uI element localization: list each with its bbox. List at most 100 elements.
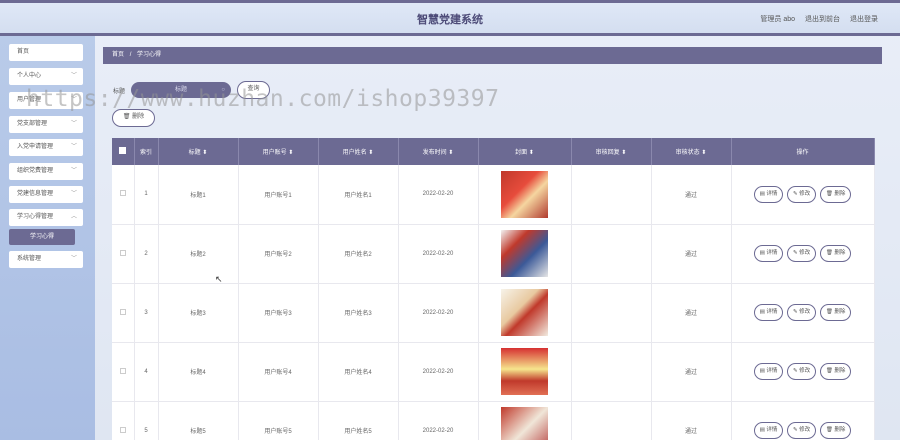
sidebar-item-application[interactable]: 入党申请管理 ﹀ (9, 139, 83, 156)
col-status[interactable]: 审核状态 ⬍ (651, 138, 732, 165)
cell-account: 用户账号1 (238, 165, 319, 225)
delete-button[interactable]: 🗑 删除 (819, 422, 852, 439)
cell-cover (478, 165, 572, 225)
row-checkbox[interactable] (112, 224, 135, 284)
trash-icon: 🗑 (825, 309, 833, 315)
cell-name: 用户姓名2 (318, 224, 399, 284)
breadcrumb-home[interactable]: 首页 (112, 52, 124, 58)
cell-date: 2022-02-20 (398, 401, 479, 440)
sidebar-item-fees[interactable]: 组织党费管理 ﹀ (9, 163, 83, 180)
cell-name: 用户姓名1 (318, 165, 399, 225)
trash-icon: 🗑 (825, 368, 833, 374)
cell-title: 标题5 (158, 401, 239, 440)
mouse-cursor-icon: ↖ (215, 274, 223, 284)
row-checkbox[interactable] (112, 342, 135, 402)
cell-name: 用户姓名4 (318, 342, 399, 402)
trash-icon: 🗑 (825, 250, 833, 256)
edit-button[interactable]: ✎ 修改 (787, 245, 817, 262)
document-icon: ▤ (759, 368, 765, 374)
cell-cover (478, 401, 572, 440)
cell-ops: ▤ 详情 ✎ 修改 🗑 删除 (731, 283, 875, 343)
back-to-front-link[interactable]: 退出到前台 (805, 14, 840, 24)
pencil-icon: ✎ (793, 250, 798, 256)
edit-button[interactable]: ✎ 修改 (787, 422, 817, 439)
row-checkbox[interactable] (112, 165, 135, 225)
table-row: 1 标题1 用户账号1 用户姓名1 2022-02-20 通过 ▤ 详情 ✎ 修… (112, 165, 875, 225)
select-all-checkbox[interactable] (112, 138, 135, 165)
cell-account: 用户账号3 (238, 283, 319, 343)
cell-reply (571, 283, 652, 343)
detail-button[interactable]: ▤ 详情 (753, 422, 784, 439)
chevron-up-icon: ︿ (70, 214, 77, 220)
watermark-text: https://www.huzhan.com/ishop39397 (26, 86, 500, 112)
sidebar-item-profile[interactable]: 个人中心 ﹀ (9, 68, 83, 85)
pencil-icon: ✎ (793, 368, 798, 374)
header-actions: 管理员 abo 退出到前台 退出登录 (760, 14, 878, 24)
admin-label: 管理员 abo (760, 16, 795, 23)
edit-button[interactable]: ✎ 修改 (787, 304, 817, 321)
delete-button[interactable]: 🗑 删除 (819, 245, 852, 262)
table-row: 3 标题3 用户账号3 用户姓名3 2022-02-20 通过 ▤ 详情 ✎ 修… (112, 283, 875, 343)
col-name[interactable]: 用户姓名 ⬍ (318, 138, 399, 165)
document-icon: ▤ (759, 190, 765, 197)
detail-button[interactable]: ▤ 详情 (753, 185, 784, 203)
delete-button[interactable]: 🗑 删除 (819, 304, 852, 321)
sidebar-item-system[interactable]: 系统管理 ﹀ (9, 251, 83, 268)
cell-account: 用户账号4 (238, 342, 319, 402)
row-checkbox[interactable] (112, 401, 135, 440)
pencil-icon: ✎ (793, 309, 798, 315)
cell-date: 2022-02-20 (398, 224, 479, 284)
col-reply[interactable]: 审核回复 ⬍ (571, 138, 652, 165)
chevron-down-icon: ﹀ (70, 73, 77, 79)
detail-button[interactable]: ▤ 详情 (753, 363, 784, 380)
cell-status: 通过 (651, 165, 732, 225)
table-row: 5 标题5 用户账号5 用户姓名5 2022-02-20 通过 ▤ 详情 ✎ 修… (112, 401, 875, 440)
cover-image[interactable] (501, 407, 548, 440)
breadcrumb: 首页 / 学习心得 (103, 47, 882, 64)
study-notes-table: 索引 标题 ⬍ 用户账号 ⬍ 用户姓名 ⬍ 发布时间 ⬍ 封面 ⬍ 审核回复 ⬍… (112, 138, 875, 440)
col-account[interactable]: 用户账号 ⬍ (238, 138, 319, 165)
cell-reply (571, 401, 652, 440)
sidebar-item-branch[interactable]: 党支部管理 ﹀ (9, 116, 83, 133)
trash-icon: 🗑 (122, 114, 131, 120)
trash-icon: 🗑 (825, 427, 833, 433)
sidebar-item-home[interactable]: 首页 (9, 44, 83, 61)
document-icon: ▤ (759, 309, 765, 315)
cell-status: 通过 (651, 224, 732, 284)
table-header-row: 索引 标题 ⬍ 用户账号 ⬍ 用户姓名 ⬍ 发布时间 ⬍ 封面 ⬍ 审核回复 ⬍… (112, 138, 875, 165)
sidebar-item-news[interactable]: 党建信息管理 ﹀ (9, 186, 83, 203)
cell-cover (478, 342, 572, 402)
cell-name: 用户姓名3 (318, 283, 399, 343)
detail-button[interactable]: ▤ 详情 (753, 245, 784, 262)
edit-button[interactable]: ✎ 修改 (787, 185, 817, 203)
cover-image[interactable] (501, 170, 548, 218)
detail-button[interactable]: ▤ 详情 (753, 304, 784, 321)
sidebar-subitem-study-notes[interactable]: 学习心得 (9, 229, 75, 245)
cell-date: 2022-02-20 (398, 165, 479, 225)
delete-button[interactable]: 🗑 删除 (819, 363, 852, 380)
edit-button[interactable]: ✎ 修改 (787, 363, 817, 380)
col-date[interactable]: 发布时间 ⬍ (398, 138, 479, 165)
cell-account: 用户账号2 (238, 224, 319, 284)
delete-button[interactable]: 🗑 删除 (819, 185, 852, 203)
cover-image[interactable] (501, 230, 548, 277)
col-title[interactable]: 标题 ⬍ (158, 138, 239, 165)
chevron-down-icon: ﹀ (70, 168, 77, 174)
cell-status: 通过 (651, 283, 732, 343)
cover-image[interactable] (501, 348, 548, 395)
col-cover[interactable]: 封面 ⬍ (478, 138, 572, 165)
cell-date: 2022-02-20 (398, 342, 479, 402)
trash-icon: 🗑 (825, 190, 833, 197)
table-row: 4 标题4 用户账号4 用户姓名4 2022-02-20 通过 ▤ 详情 ✎ 修… (112, 342, 875, 402)
logout-link[interactable]: 退出登录 (850, 14, 878, 24)
row-checkbox[interactable] (112, 283, 135, 343)
cell-status: 通过 (651, 401, 732, 440)
cell-ops: ▤ 详情 ✎ 修改 🗑 删除 (731, 224, 875, 284)
cell-index: 5 (134, 401, 159, 440)
cell-title: 标题2 (158, 224, 239, 284)
cell-account: 用户账号5 (238, 401, 319, 440)
cover-image[interactable] (501, 289, 548, 336)
top-header: 智慧党建系统 管理员 abo 退出到前台 退出登录 (0, 0, 900, 36)
cell-cover (478, 283, 572, 343)
sidebar-item-study[interactable]: 学习心得管理 ︿ (9, 209, 83, 226)
